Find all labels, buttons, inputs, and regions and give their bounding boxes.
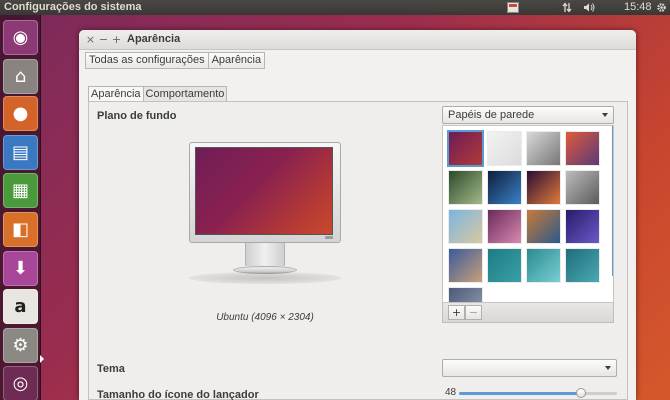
wallpaper-thumb-debian[interactable] (566, 249, 599, 282)
clock[interactable]: 15:48 (624, 0, 652, 15)
settings-window: × − + Aparência Todas as configurações A… (79, 30, 636, 400)
maximize-icon[interactable]: + (110, 33, 123, 46)
wallpaper-preview (195, 147, 333, 235)
background-label: Plano de fundo (97, 110, 177, 122)
tab-appearance[interactable]: Aparência (88, 86, 144, 102)
wallpaper-source-value: Papéis de parede (448, 109, 535, 121)
launcher: ◉ ⌂ ● ▤ ▦ ◧ ⬇ a ⚙ ◎ (0, 15, 44, 400)
launcher-writer-button[interactable]: ▤ (3, 135, 38, 170)
top-panel: Configurações do sistema 15:48 (0, 0, 670, 15)
close-icon[interactable]: × (84, 33, 97, 46)
writer-icon: ▤ (11, 141, 29, 163)
impress-icon: ◧ (11, 218, 29, 240)
wallpaper-grid (442, 125, 614, 303)
appearance-content: Aparência Comportamento Plano de fundo U… (88, 86, 628, 400)
wallpaper-thumb-teal-light[interactable] (527, 249, 560, 282)
wallpaper-thumb-gravel[interactable] (566, 171, 599, 204)
firefox-icon: ● (12, 102, 29, 124)
breadcrumb-all-settings[interactable]: Todas as configurações (85, 52, 209, 69)
breadcrumb: Todas as configurações Aparência (85, 52, 266, 69)
wallpaper-thumb-sunset[interactable] (527, 210, 560, 243)
chevron-down-icon (605, 366, 611, 370)
tab-panel: Plano de fundo Ubuntu (4096 × 2304) Papé… (88, 101, 628, 400)
wallpaper-preview-monitor (189, 142, 341, 284)
slider-fill (459, 392, 581, 395)
session-gear-icon[interactable] (654, 0, 668, 15)
dvd-icon: ◎ (12, 372, 29, 394)
wallpaper-thumb-white[interactable] (488, 132, 521, 165)
amazon-icon: a (14, 295, 27, 317)
remove-wallpaper-button[interactable]: − (465, 305, 482, 320)
wallpaper-thumb-lights[interactable] (488, 171, 521, 204)
launcher-impress-button[interactable]: ◧ (3, 212, 38, 247)
tab-behavior[interactable]: Comportamento (143, 86, 228, 102)
chevron-down-icon (602, 113, 608, 117)
calc-icon: ▦ (11, 179, 29, 201)
breadcrumb-appearance[interactable]: Aparência (208, 52, 266, 69)
launcher-settings-button[interactable]: ⚙ (3, 328, 38, 363)
wallpaper-thumb-fire[interactable] (527, 171, 560, 204)
launcher-firefox-button[interactable]: ● (3, 96, 38, 131)
minimize-icon[interactable]: − (97, 33, 110, 46)
volume-icon[interactable] (582, 0, 596, 15)
files-icon: ⌂ (14, 65, 27, 87)
wallpaper-thumb-ubuntu[interactable] (449, 132, 482, 165)
monitor-power-led (325, 236, 333, 239)
wallpaper-thumb-flowers[interactable] (488, 210, 521, 243)
system-settings-icon: ⚙ (12, 334, 29, 356)
wallpaper-thumb-tree[interactable] (449, 249, 482, 282)
wallpaper-thumb-bird[interactable] (449, 171, 482, 204)
launcher-dvd-button[interactable]: ◎ (3, 366, 38, 400)
software-center-icon: ⬇ (12, 257, 29, 279)
launcher-icon-size-slider[interactable] (459, 388, 617, 398)
slider-handle[interactable] (575, 388, 586, 398)
wallpaper-thumb-rocks[interactable] (449, 288, 482, 302)
launcher-software-button[interactable]: ⬇ (3, 251, 38, 286)
wallpaper-grid-scrollbar[interactable] (612, 126, 613, 276)
theme-label: Tema (97, 363, 125, 375)
monitor-shadow (189, 272, 341, 284)
keyboard-indicator-icon[interactable] (506, 0, 520, 15)
launcher-files-button[interactable]: ⌂ (3, 59, 38, 94)
window-title: Aparência (127, 33, 181, 45)
wallpaper-grid-toolbar: + − (442, 303, 614, 323)
monitor-stand-neck (245, 243, 285, 266)
launcher-dash-button[interactable]: ◉ (3, 20, 38, 55)
active-app-title: Configurações do sistema (4, 1, 142, 13)
dash-home-icon: ◉ (12, 26, 29, 48)
tab-bar: Aparência Comportamento (88, 86, 228, 102)
window-titlebar[interactable]: × − + Aparência (79, 30, 636, 50)
wallpaper-thumb-purple[interactable] (566, 210, 599, 243)
wallpaper-thumb-abstract-red[interactable] (566, 132, 599, 165)
add-wallpaper-button[interactable]: + (448, 305, 465, 320)
network-icon[interactable] (560, 0, 574, 15)
wallpaper-source-dropdown[interactable]: Papéis de parede (442, 106, 614, 124)
launcher-calc-button[interactable]: ▦ (3, 173, 38, 208)
launcher-icon-size-value: 48 (445, 387, 457, 398)
launcher-amazon-button[interactable]: a (3, 289, 38, 324)
theme-dropdown[interactable] (442, 359, 617, 377)
active-app-indicator (40, 355, 44, 363)
wallpaper-thumb-teal[interactable] (488, 249, 521, 282)
launcher-icon-size-label: Tamanho do ícone do lançador (97, 389, 259, 400)
wallpaper-thumb-beach[interactable] (449, 210, 482, 243)
wallpaper-thumb-stones[interactable] (527, 132, 560, 165)
wallpaper-caption: Ubuntu (4096 × 2304) (216, 312, 314, 323)
